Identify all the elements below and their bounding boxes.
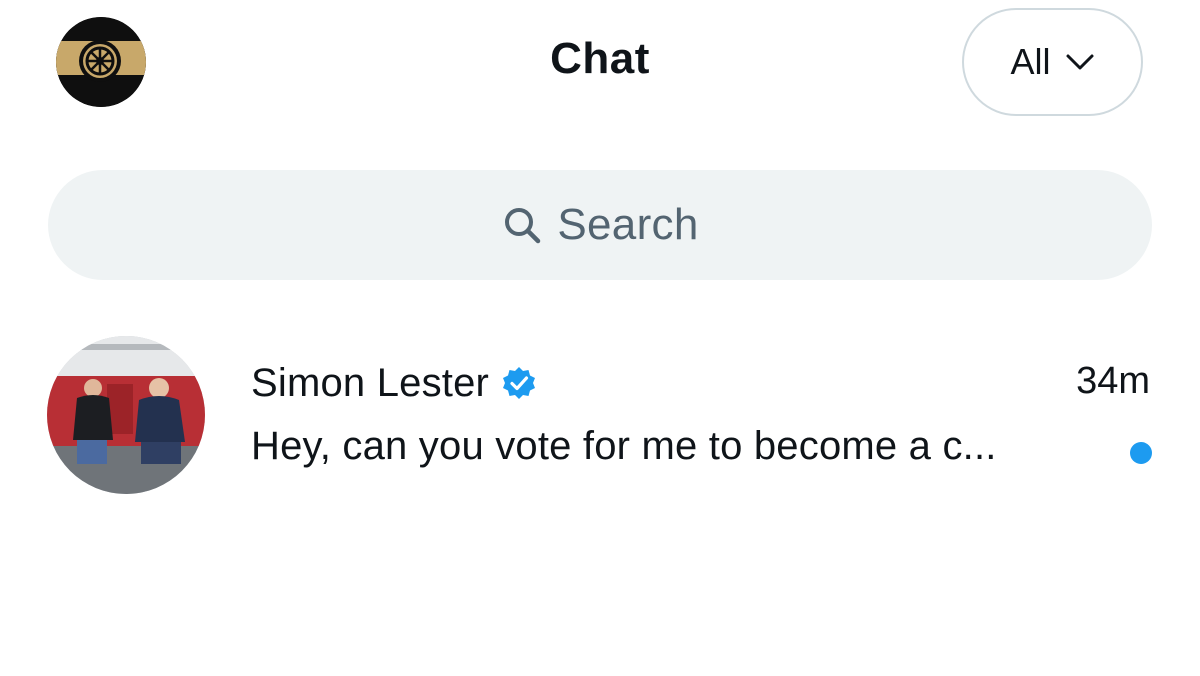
- search-icon: [501, 204, 543, 246]
- conversation-row[interactable]: Simon Lester 34m Hey, can you vote for m…: [0, 320, 1200, 520]
- chevron-down-icon: [1065, 52, 1095, 72]
- search-placeholder: Search: [557, 200, 699, 249]
- search-input[interactable]: Search: [48, 170, 1152, 280]
- verified-badge-icon: [501, 365, 537, 401]
- filter-label: All: [1010, 41, 1051, 82]
- unread-indicator: [1130, 442, 1152, 464]
- conversation-time: 34m: [1076, 360, 1150, 402]
- avatar[interactable]: [47, 336, 205, 494]
- avatar-photo: [47, 336, 205, 494]
- conversation-name-line: Simon Lester: [251, 358, 537, 408]
- message-preview: Hey, can you vote for me to become a c..…: [251, 424, 997, 468]
- chat-header: Chat All: [0, 0, 1200, 124]
- conversation-name: Simon Lester: [251, 360, 490, 405]
- filter-all-button[interactable]: All: [962, 8, 1143, 116]
